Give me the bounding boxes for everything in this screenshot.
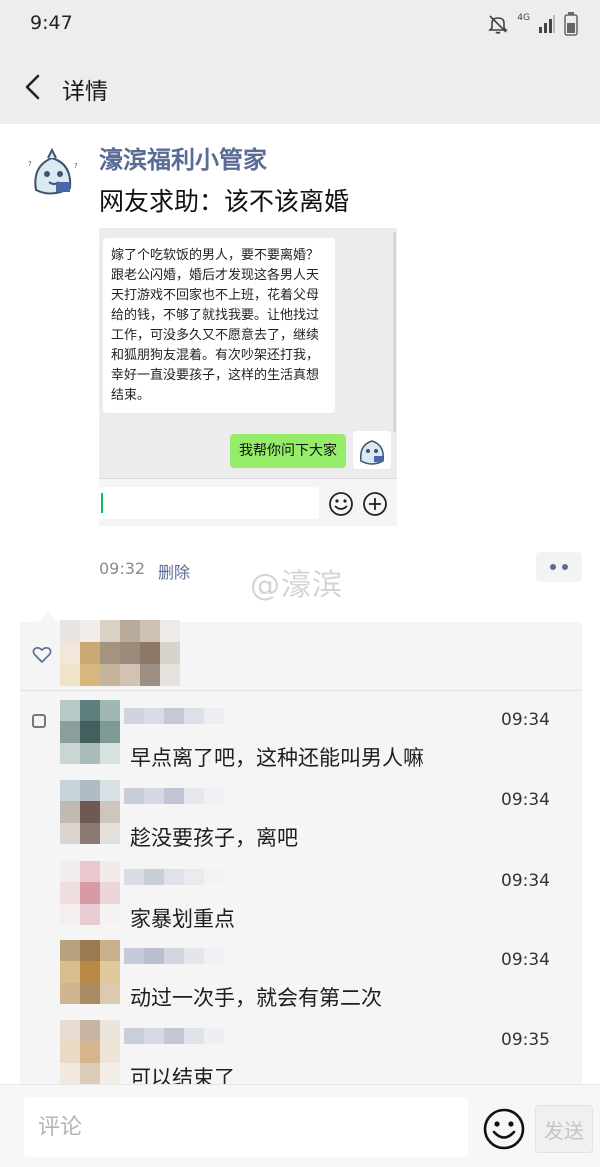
comment-time: 09:35 bbox=[501, 1030, 550, 1050]
heart-icon bbox=[32, 646, 52, 664]
author-name[interactable]: 濠滨福利小管家 bbox=[99, 140, 267, 175]
commenter-name-pixelated bbox=[124, 788, 224, 804]
panel-notch bbox=[38, 612, 58, 622]
signal-icon bbox=[539, 15, 555, 33]
title-bar: 详情 bbox=[0, 50, 600, 124]
watermark-text: @濠滨 bbox=[250, 568, 343, 603]
comment-item[interactable]: 09:34 早点离了吧，这种还能叫男人嘛 bbox=[60, 700, 580, 780]
image-emoji-icon bbox=[329, 492, 353, 516]
post-time: 09:32 bbox=[99, 559, 146, 578]
comment-item[interactable]: 09:34 动过一次手，就会有第二次 bbox=[60, 940, 580, 1020]
commenter-avatar-pixelated bbox=[60, 700, 120, 764]
panel-divider bbox=[20, 690, 582, 691]
comment-text: 动过一次手，就会有第二次 bbox=[130, 986, 382, 1010]
mute-bell-icon bbox=[488, 15, 509, 34]
battery-icon bbox=[564, 12, 578, 36]
liker-avatar-pixelated bbox=[60, 620, 180, 686]
send-button[interactable]: 发送 bbox=[535, 1105, 593, 1153]
comment-text: 趁没要孩子，离吧 bbox=[130, 826, 298, 850]
commenter-avatar-pixelated bbox=[60, 1020, 120, 1084]
comment-time: 09:34 bbox=[501, 790, 550, 810]
comment-input[interactable] bbox=[24, 1097, 468, 1157]
image-received-message: 嫁了个吃软饭的男人，要不要离婚？跟老公闪婚，婚后才发现这各男人天天打游戏不回家也… bbox=[103, 238, 335, 413]
more-dot-icon bbox=[550, 564, 556, 570]
emoji-icon[interactable] bbox=[482, 1107, 526, 1151]
image-input-bar bbox=[99, 478, 397, 526]
comment-text: 早点离了吧，这种还能叫男人嘛 bbox=[130, 746, 424, 770]
comment-item[interactable]: 09:34 趁没要孩子，离吧 bbox=[60, 780, 580, 860]
commenter-avatar-pixelated bbox=[60, 861, 120, 925]
network-type-label: 4G bbox=[517, 13, 530, 23]
comment-time: 09:34 bbox=[501, 871, 550, 891]
comment-icon bbox=[32, 714, 46, 728]
comment-input-bar: 发送 bbox=[0, 1084, 600, 1167]
comment-time: 09:34 bbox=[501, 950, 550, 970]
image-input-field bbox=[99, 487, 319, 519]
status-bar: 9:47 4G bbox=[0, 0, 600, 50]
more-actions-button[interactable] bbox=[536, 552, 582, 582]
image-sent-message: 我帮你问下大家 bbox=[230, 434, 346, 468]
image-plus-icon bbox=[363, 492, 387, 516]
delete-link[interactable]: 删除 bbox=[158, 559, 190, 583]
image-scrollbar bbox=[393, 232, 396, 432]
commenter-avatar-pixelated bbox=[60, 940, 120, 1004]
comment-time: 09:34 bbox=[501, 710, 550, 730]
commenter-name-pixelated bbox=[124, 948, 224, 964]
status-icons: 4G bbox=[487, 12, 578, 36]
commenter-name-pixelated bbox=[124, 708, 224, 724]
author-avatar[interactable]: ? ? bbox=[22, 142, 84, 204]
back-arrow-icon[interactable] bbox=[18, 72, 48, 102]
comment-item[interactable]: 09:34 家暴划重点 bbox=[60, 861, 580, 941]
post-text: 网友求助：该不该离婚 bbox=[99, 187, 350, 216]
svg-text:?: ? bbox=[74, 162, 78, 170]
page-title: 详情 bbox=[62, 79, 108, 105]
more-dot-icon bbox=[562, 564, 568, 570]
comment-text: 家暴划重点 bbox=[130, 907, 235, 931]
post-image[interactable]: 嫁了个吃软饭的男人，要不要离婚？跟老公闪婚，婚后才发现这各男人天天打游戏不回家也… bbox=[99, 228, 397, 526]
svg-text:?: ? bbox=[28, 160, 32, 168]
image-text-caret bbox=[101, 493, 103, 513]
commenter-name-pixelated bbox=[124, 869, 224, 885]
commenter-avatar-pixelated bbox=[60, 780, 120, 844]
status-time: 9:47 bbox=[30, 12, 73, 34]
commenter-name-pixelated bbox=[124, 1028, 224, 1044]
image-sender-avatar bbox=[353, 431, 391, 469]
